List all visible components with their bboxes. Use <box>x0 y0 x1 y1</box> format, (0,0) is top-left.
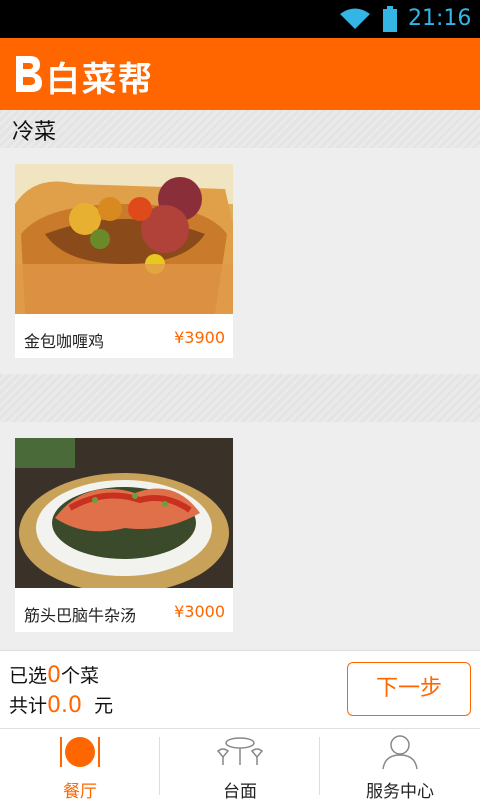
tab-table[interactable]: 台面 <box>160 729 320 800</box>
status-bar: 21:16 <box>0 0 480 38</box>
app-brand-title: 白菜帮 <box>46 60 154 100</box>
total-prefix: 共计 <box>9 695 48 717</box>
section-header-cold-dishes: 冷菜 <box>0 110 480 148</box>
dish-price: ¥3900 <box>174 328 225 347</box>
next-step-button[interactable]: 下一步 <box>347 662 471 716</box>
dish-name: 金包咖喱鸡 <box>24 332 105 351</box>
battery-icon <box>383 6 397 32</box>
section-label: 冷菜 <box>12 120 57 145</box>
table-icon <box>216 737 264 765</box>
total-amount: 0.0 <box>47 693 83 718</box>
bottom-tab-bar: 餐厅 台面 服务中心 <box>0 728 480 800</box>
wifi-icon <box>340 8 370 29</box>
total-suffix: 元 <box>94 695 114 717</box>
status-time: 21:16 <box>408 6 472 31</box>
dish-name: 筋头巴脑牛杂汤 <box>24 606 137 625</box>
restaurant-plate-icon <box>60 737 100 767</box>
app-header: 白菜帮 <box>0 38 480 110</box>
tab-label: 服务中心 <box>366 782 434 800</box>
dish-photo <box>15 164 233 314</box>
dish-photo <box>15 438 233 588</box>
selected-suffix: 个菜 <box>61 665 100 687</box>
total-amount-line: 共计0.0 元 <box>9 691 113 718</box>
tab-label: 餐厅 <box>63 782 97 800</box>
selected-count: 0 <box>47 663 62 688</box>
dish-card[interactable]: 金包咖喱鸡 ¥3900 <box>15 164 233 358</box>
user-service-icon <box>382 735 418 770</box>
letter-b-logo-icon <box>16 56 42 92</box>
dish-price: ¥3000 <box>174 602 225 621</box>
selected-prefix: 已选 <box>9 665 48 687</box>
tab-service-center[interactable]: 服务中心 <box>320 729 480 800</box>
selected-count-line: 已选0个菜 <box>9 661 99 688</box>
tab-label: 台面 <box>223 782 257 800</box>
dish-card[interactable]: 筋头巴脑牛杂汤 ¥3000 <box>15 438 233 632</box>
section-header <box>0 374 480 422</box>
order-summary-bar: 已选0个菜 共计0.0 元 下一步 <box>0 650 480 728</box>
tab-restaurant[interactable]: 餐厅 <box>0 729 160 800</box>
